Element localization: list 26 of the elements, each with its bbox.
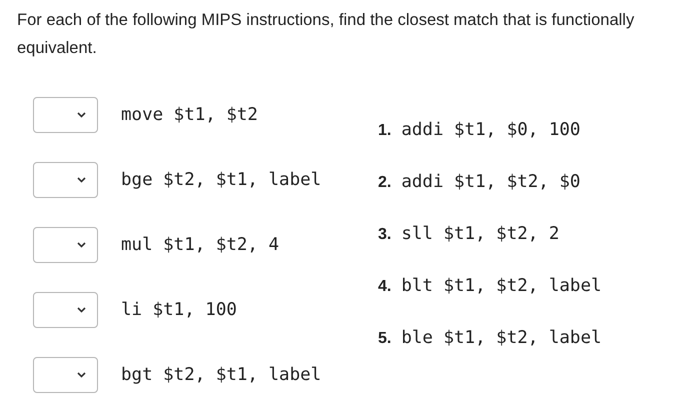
chevron-down-icon [77, 307, 86, 313]
instruction-text: li $t1, 100 [121, 300, 237, 320]
chevron-down-icon [77, 177, 86, 183]
answer-dropdown[interactable] [33, 357, 98, 393]
question-text: For each of the following MIPS instructions, find the closest match that is functionally equivalent. [16, 10, 636, 59]
instruction-text: bgt $t2, $t1, label [121, 365, 322, 385]
option-number: 2. [378, 174, 392, 192]
answer-dropdown[interactable] [33, 97, 98, 133]
answer-dropdown[interactable] [33, 162, 98, 198]
option-number: 4. [378, 278, 392, 296]
answer-dropdown[interactable] [33, 227, 98, 263]
option-number: 3. [378, 226, 392, 244]
option-text: blt $t1, $t2, label [401, 276, 602, 296]
option-text: ble $t1, $t2, label [401, 328, 602, 348]
option-text: addi $t1, $t2, $0 [401, 172, 580, 192]
answer-dropdown[interactable] [33, 292, 98, 328]
instruction-text: bge $t2, $t1, label [121, 170, 322, 190]
chevron-down-icon [77, 242, 86, 248]
option-number: 5. [378, 330, 392, 348]
chevron-down-icon [77, 372, 86, 378]
instruction-text: move $t1, $t2 [121, 105, 258, 125]
chevron-down-icon [77, 112, 86, 118]
option-text: addi $t1, $0, 100 [401, 120, 580, 140]
option-number: 1. [378, 122, 392, 140]
instruction-text: mul $t1, $t2, 4 [121, 235, 280, 255]
option-text: sll $t1, $t2, 2 [401, 224, 560, 244]
